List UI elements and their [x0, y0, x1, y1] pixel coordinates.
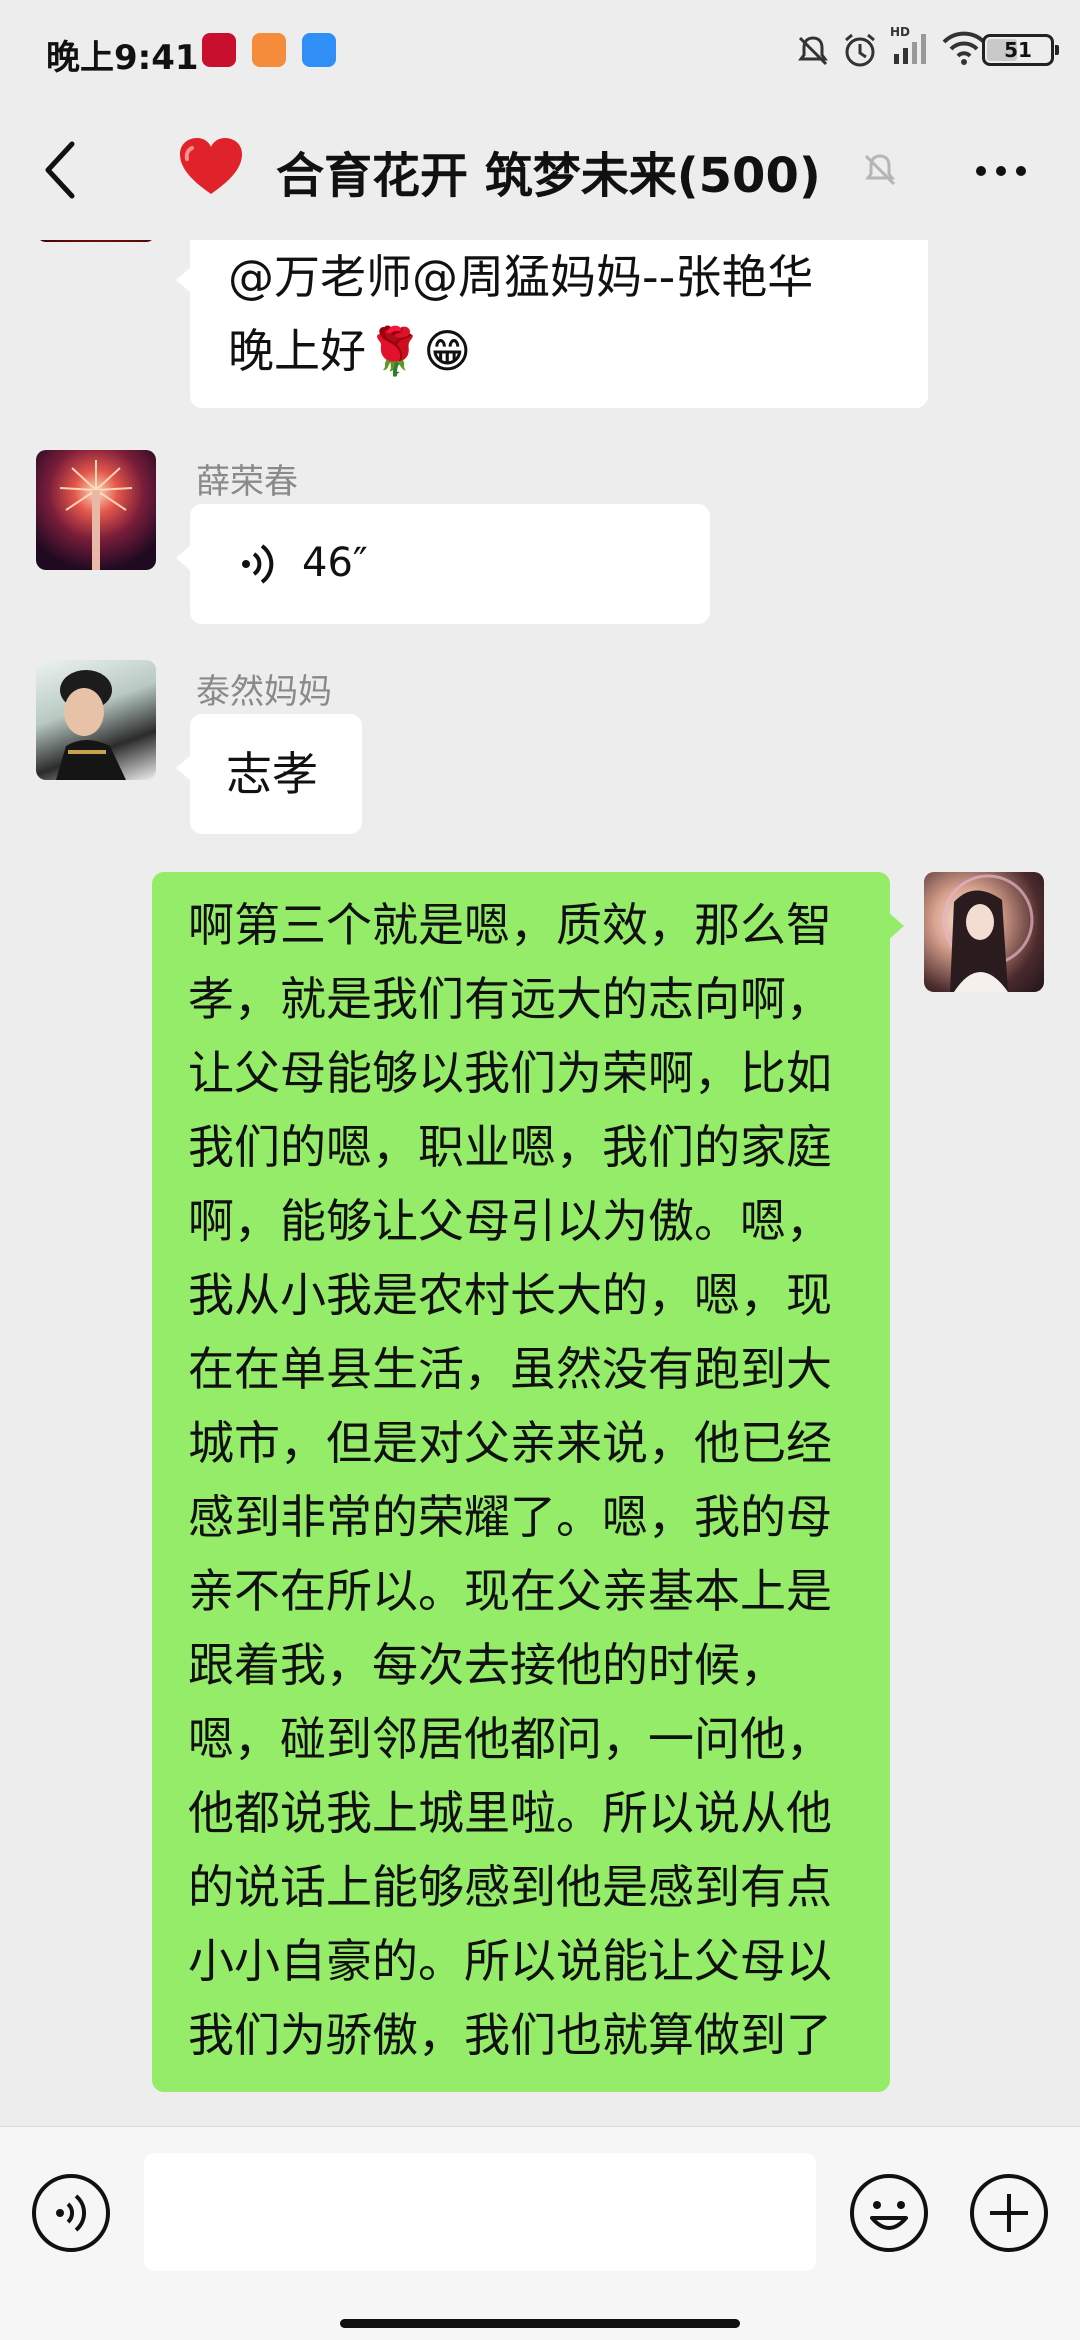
app-shop-icon — [252, 33, 286, 67]
message-input[interactable] — [144, 2153, 816, 2271]
more-functions-button[interactable] — [968, 2172, 1050, 2254]
avatar[interactable] — [36, 240, 156, 242]
back-arrow-icon — [45, 141, 75, 199]
message-text: 啊第三个就是嗯，质效，那么智孝，就是我们有远大的志向啊，让父母能够以我们为荣啊，… — [188, 898, 832, 2062]
back-button[interactable] — [40, 138, 80, 202]
battery-percent: 51 — [1004, 38, 1032, 62]
more-dots-icon — [1016, 166, 1026, 176]
avatar-image — [942, 874, 1034, 992]
app-xuexi-icon — [202, 33, 236, 67]
mute-notify-icon — [798, 36, 828, 66]
hd-signal-icon: HD — [890, 25, 926, 64]
plus-icon — [970, 2174, 1048, 2252]
more-button[interactable] — [966, 150, 1036, 190]
avatar[interactable] — [36, 450, 156, 570]
heart-icon — [180, 138, 242, 194]
svg-text:HD: HD — [890, 25, 910, 39]
message-bubble[interactable]: 志孝 — [176, 714, 362, 834]
voice-duration: 46″ — [302, 540, 368, 586]
voice-wave-icon — [242, 544, 274, 584]
my-avatar[interactable] — [924, 872, 1044, 992]
battery-icon: 51 — [982, 34, 1059, 66]
status-bar: 晚上9:41 HD 51 — [0, 0, 1080, 100]
status-time: 晚上9:41 — [46, 38, 199, 78]
my-message-bubble[interactable]: 啊第三个就是嗯，质效，那么智孝，就是我们有远大的志向啊，让父母能够以我们为荣啊，… — [152, 872, 904, 2092]
avatar-image — [59, 460, 133, 570]
app-blue-icon — [302, 33, 336, 67]
sender-name: 泰然妈妈 — [196, 672, 332, 712]
alarm-icon — [845, 33, 875, 67]
voice-input-button[interactable] — [30, 2172, 112, 2254]
sender-name: 薛荣春 — [196, 462, 298, 502]
wifi-icon — [942, 31, 986, 65]
voice-message-bubble[interactable]: 46″ — [176, 504, 710, 624]
message-text: @万老师@周猛妈妈--张艳华 晚上好🌹😁 — [228, 250, 814, 378]
mute-bell-icon — [864, 154, 896, 186]
message-list[interactable]: @万老师@周猛妈妈--张艳华 晚上好🌹😁 薛荣春 46″ 泰然妈妈 志孝 啊第三… — [0, 240, 1080, 2126]
home-indicator[interactable] — [340, 2319, 740, 2328]
voice-input-icon — [32, 2174, 110, 2252]
more-dots-icon — [976, 166, 986, 176]
message-text: 志孝 — [226, 747, 318, 801]
chat-header: 合育花开 筑梦未来(500) — [0, 100, 1080, 240]
input-bar — [0, 2126, 1080, 2340]
status-icons: HD 51 — [798, 24, 1059, 76]
emoji-icon — [850, 2174, 928, 2252]
emoji-button[interactable] — [848, 2172, 930, 2254]
more-dots-icon — [996, 166, 1006, 176]
chat-title[interactable]: 合育花开 筑梦未来(500) — [276, 136, 821, 206]
avatar-image — [56, 670, 126, 780]
avatar[interactable] — [36, 660, 156, 780]
message-bubble[interactable]: @万老师@周猛妈妈--张艳华 晚上好🌹😁 — [176, 240, 928, 408]
